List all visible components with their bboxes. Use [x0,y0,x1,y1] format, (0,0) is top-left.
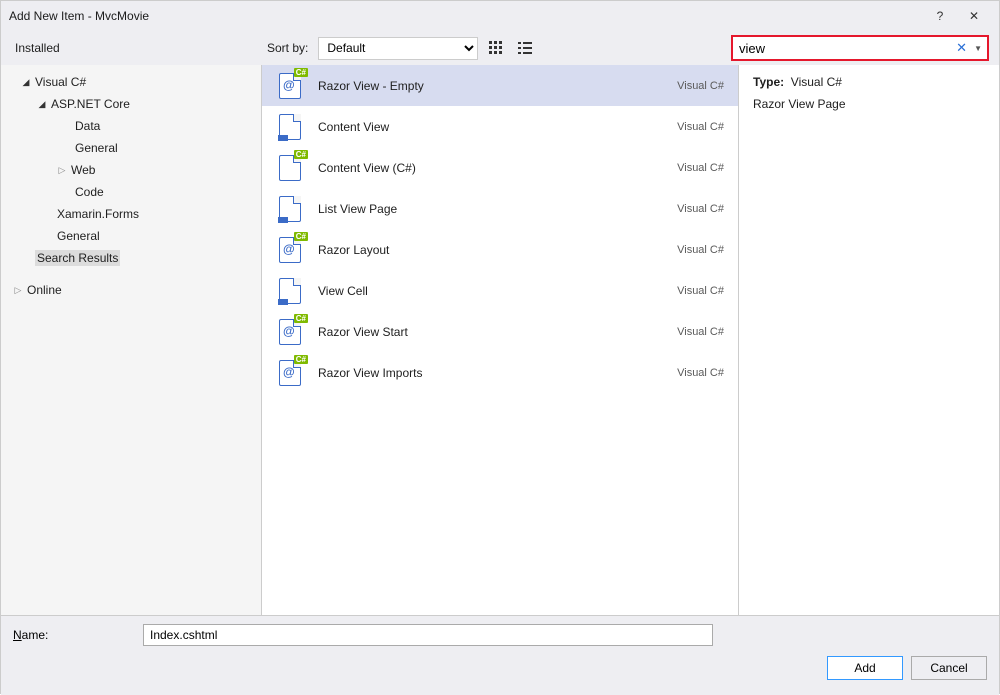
tree-node-search-results[interactable]: Search Results [1,247,261,269]
view-cell-icon [276,277,304,305]
razor-view-imports-icon: C# [276,359,304,387]
clear-search-icon[interactable]: ✕ [952,40,971,56]
tree-node-aspnet-core[interactable]: ASP.NET Core [1,93,261,115]
name-input[interactable] [143,624,713,646]
template-item-razor-layout[interactable]: C# Razor Layout Visual C# [262,229,738,270]
details-panel: Type: Visual C# Razor View Page [739,65,999,615]
template-item-content-view[interactable]: Content View Visual C# [262,106,738,147]
add-button[interactable]: Add [827,656,903,680]
toolbar: Installed Sort by: Default ✕ ▼ [1,31,999,65]
tree-node-visual-csharp[interactable]: Visual C# [1,71,261,93]
content-view-cs-icon: C# [276,154,304,182]
footer: Name: Add Cancel [1,615,999,695]
chevron-icon [35,99,49,110]
close-button[interactable]: ✕ [957,4,991,28]
chevron-icon [11,285,25,296]
template-item-view-cell[interactable]: View Cell Visual C# [262,270,738,311]
tree-node-code[interactable]: Code [1,181,261,203]
sort-by-label: Sort by: [267,41,308,55]
view-tiles-button[interactable] [484,37,507,60]
razor-view-start-icon: C# [276,318,304,346]
window-title: Add New Item - MvcMovie [9,9,923,23]
search-dropdown-icon[interactable]: ▼ [971,44,985,53]
razor-view-icon: C# [276,72,304,100]
template-item-list-view-page[interactable]: List View Page Visual C# [262,188,738,229]
view-list-button[interactable] [513,37,536,60]
cancel-button[interactable]: Cancel [911,656,987,680]
search-box[interactable]: ✕ ▼ [731,35,989,61]
template-item-content-view-cs[interactable]: C# Content View (C#) Visual C# [262,147,738,188]
help-button[interactable]: ? [923,4,957,28]
category-tree: Visual C# ASP.NET Core Data General Web … [1,65,261,615]
type-value: Visual C# [791,75,842,89]
tree-node-general[interactable]: General [1,137,261,159]
chevron-icon [19,77,33,88]
tree-node-online[interactable]: Online [1,279,261,301]
content-view-icon [276,113,304,141]
tree-node-web[interactable]: Web [1,159,261,181]
list-view-icon [276,195,304,223]
chevron-icon [55,165,69,176]
name-label: Name: [13,628,133,642]
template-item-razor-view-empty[interactable]: C# Razor View - Empty Visual C# [262,65,738,106]
tree-header[interactable]: Installed [1,37,261,59]
template-item-razor-view-start[interactable]: C# Razor View Start Visual C# [262,311,738,352]
search-input[interactable] [739,41,952,56]
template-description: Razor View Page [753,97,985,111]
type-label: Type: [753,75,784,89]
template-item-razor-view-imports[interactable]: C# Razor View Imports Visual C# [262,352,738,393]
tree-node-data[interactable]: Data [1,115,261,137]
sort-by-select[interactable]: Default [318,37,478,60]
razor-layout-icon: C# [276,236,304,264]
title-bar: Add New Item - MvcMovie ? ✕ [1,1,999,31]
tree-node-xamarin-forms[interactable]: Xamarin.Forms [1,203,261,225]
template-list: C# Razor View - Empty Visual C# Content … [261,65,739,615]
tree-node-general-2[interactable]: General [1,225,261,247]
